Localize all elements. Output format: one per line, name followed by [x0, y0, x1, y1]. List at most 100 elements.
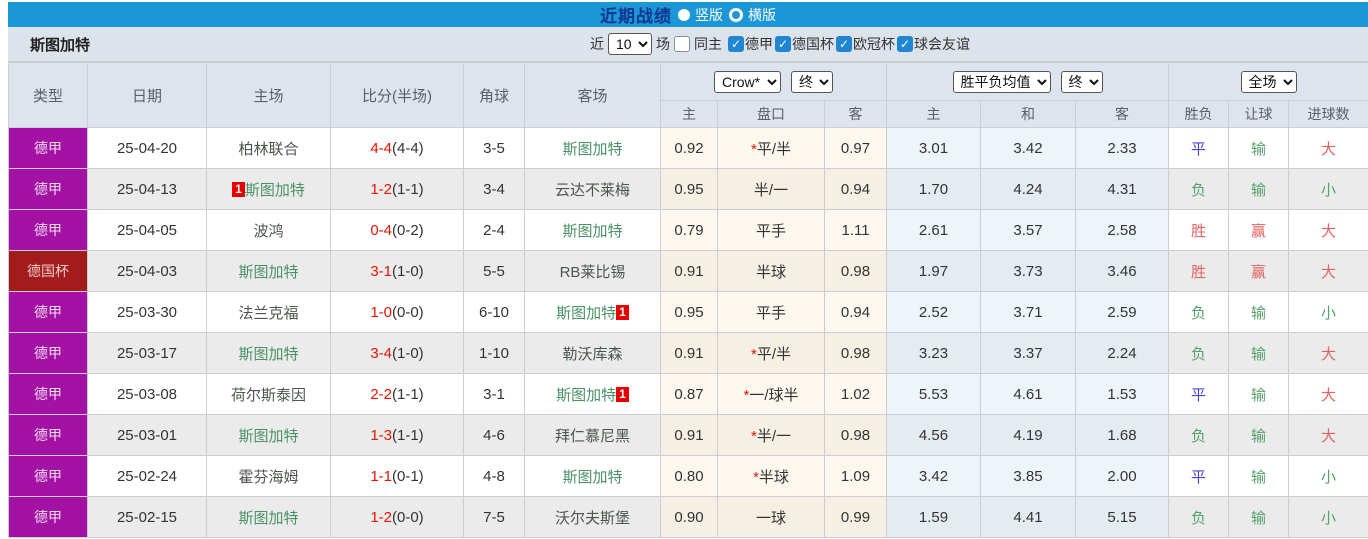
away-team: 斯图加特	[524, 455, 661, 497]
match-date: 25-02-24	[87, 455, 207, 497]
handicap-time-select[interactable]: 终	[791, 70, 833, 93]
away-team: 斯图加特 1	[524, 291, 661, 333]
league-badge: 德甲	[8, 332, 88, 374]
red-card-icon: 1	[616, 304, 629, 320]
result-handicap: 输	[1228, 373, 1290, 415]
league-checkbox[interactable]: ✓	[897, 36, 913, 52]
radio-vertical[interactable]: 竖版	[678, 5, 723, 25]
eu-draw-odds: 4.61	[980, 373, 1076, 415]
fulltime-score: 1-0	[370, 303, 392, 321]
team-name: RB莱比锡	[559, 263, 626, 281]
ah-line: *半球	[717, 455, 825, 497]
match-date: 25-04-05	[87, 209, 207, 251]
handicap-select-cell: Crow* 终	[660, 62, 887, 101]
fulltime-score: 1-2	[370, 508, 392, 526]
odds-company-select[interactable]: 胜平负均值	[952, 70, 1051, 93]
odds-time-select[interactable]: 终	[1060, 70, 1103, 93]
ah-home-odds: 0.79	[660, 209, 718, 251]
same-home-checkbox[interactable]	[674, 36, 690, 52]
team-name: 斯图加特	[238, 509, 299, 527]
league-badge: 德甲	[8, 168, 88, 210]
col-away: 客场	[524, 62, 661, 128]
eu-home-odds: 4.56	[886, 414, 981, 456]
scope-select[interactable]: 全场	[1240, 70, 1297, 93]
ah-home-odds: 0.95	[660, 168, 718, 210]
col-corners: 角球	[463, 62, 525, 128]
halftime-score: (1-1)	[392, 385, 424, 403]
result-wdl: 负	[1168, 168, 1230, 210]
league-checkbox-label: 球会友谊	[914, 36, 970, 52]
league-checkbox[interactable]: ✓	[728, 36, 744, 52]
ah-line-text: 半/一	[756, 427, 791, 445]
ah-home-odds: 0.87	[660, 373, 718, 415]
ah-line: *平/半	[717, 332, 825, 374]
col-eu-draw: 和	[980, 100, 1076, 128]
team-name-heading: 斯图加特	[30, 36, 91, 54]
recent-results-table: 类型 日期 主场 比分(半场) 角球 客场 Crow* 终 胜平负均值 终 全场…	[8, 62, 1368, 538]
match-date: 25-03-17	[87, 332, 207, 374]
ah-line-text: 一球	[755, 509, 786, 527]
team-name: 沃尔夫斯堡	[554, 509, 630, 527]
col-eu-home: 主	[886, 100, 981, 128]
eu-home-odds: 2.52	[886, 291, 981, 333]
eu-draw-odds: 3.85	[980, 455, 1076, 497]
league-checkbox[interactable]: ✓	[775, 36, 791, 52]
eu-away-odds: 1.53	[1074, 373, 1170, 415]
eu-draw-odds: 3.57	[980, 209, 1076, 251]
ah-away-odds: 0.94	[824, 291, 887, 333]
team-name: 斯图加特	[556, 304, 617, 322]
table-row: 德甲 25-03-17 斯图加特 3-4(1-0) 1-10 勒沃库森 0.91…	[8, 332, 1368, 374]
eu-home-odds: 3.23	[886, 332, 981, 374]
ah-line-text: 平手	[755, 222, 786, 240]
eu-home-odds: 5.53	[886, 373, 981, 415]
league-checkbox-label: 德甲	[745, 36, 773, 52]
league-badge: 德甲	[8, 209, 88, 251]
radio-vertical-label: 竖版	[695, 6, 723, 23]
score-cell: 1-2(1-1)	[330, 168, 464, 210]
fulltime-score: 0-4	[370, 221, 392, 239]
radio-selected-icon	[678, 8, 690, 21]
odds-select-cell: 胜平负均值 终	[885, 62, 1170, 101]
team-name: 柏林联合	[238, 140, 299, 158]
radio-horizontal[interactable]: 横版	[729, 5, 776, 25]
halftime-score: (1-1)	[392, 426, 424, 444]
away-team: 斯图加特	[524, 209, 661, 251]
ah-line-text: 半球	[758, 468, 789, 486]
recent-count-select[interactable]: 10	[608, 33, 652, 55]
radio-horizontal-label: 横版	[748, 6, 776, 23]
ah-line-text: 平/半	[756, 345, 791, 363]
ah-line-text: 平手	[755, 304, 786, 322]
scope-select-cell: 全场	[1168, 62, 1368, 101]
ah-line: 半球	[717, 250, 825, 292]
eu-home-odds: 3.01	[886, 127, 981, 169]
home-team: 斯图加特	[206, 332, 331, 374]
result-wdl: 负	[1168, 496, 1230, 538]
league-badge: 德甲	[8, 496, 88, 538]
eu-draw-odds: 3.71	[980, 291, 1076, 333]
team-name: 云达不莱梅	[554, 181, 630, 199]
ah-away-odds: 1.09	[824, 455, 887, 497]
home-team: 波鸿	[206, 209, 331, 251]
match-date: 25-02-15	[87, 496, 207, 538]
eu-home-odds: 2.61	[886, 209, 981, 251]
away-team: 沃尔夫斯堡	[524, 496, 661, 538]
home-team: 斯图加特	[206, 250, 331, 292]
result-handicap: 输	[1228, 414, 1290, 456]
table-row: 德甲 25-02-15 斯图加特 1-2(0-0) 7-5 沃尔夫斯堡 0.90…	[8, 496, 1368, 538]
handicap-company-select[interactable]: Crow*	[714, 70, 781, 93]
league-checkbox[interactable]: ✓	[836, 36, 852, 52]
eu-home-odds: 3.42	[886, 455, 981, 497]
ah-line-text: 半球	[755, 263, 786, 281]
away-team: 拜仁慕尼黑	[524, 414, 661, 456]
team-name: 斯图加特	[562, 222, 623, 240]
halftime-score: (0-1)	[392, 467, 424, 485]
red-card-icon: 1	[616, 386, 629, 402]
eu-away-odds: 5.15	[1074, 496, 1170, 538]
result-wdl: 负	[1168, 291, 1230, 333]
matches-label: 场	[656, 36, 670, 52]
score-cell: 1-1(0-1)	[330, 455, 464, 497]
col-type: 类型	[8, 62, 88, 128]
ah-away-odds: 0.94	[824, 168, 887, 210]
result-goals: 大	[1288, 127, 1368, 169]
corners: 7-5	[463, 496, 525, 538]
